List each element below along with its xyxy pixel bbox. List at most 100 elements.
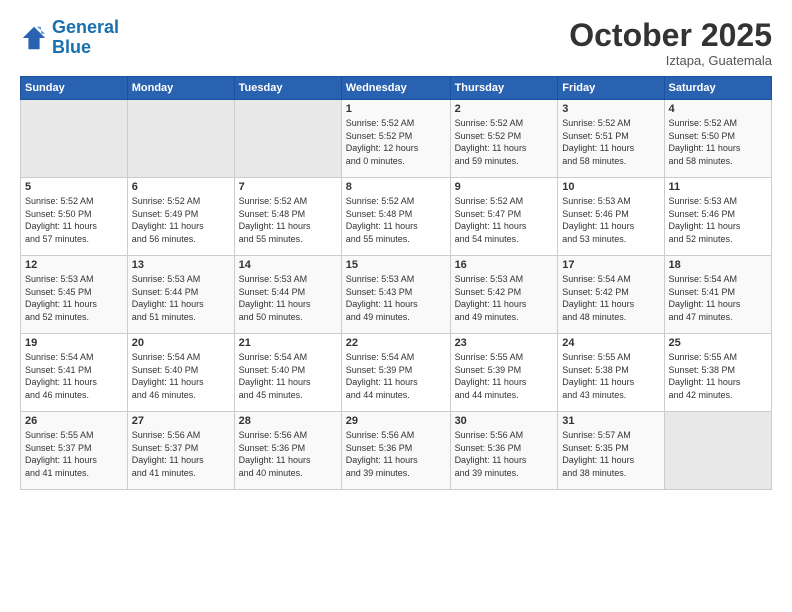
- day-number: 12: [25, 259, 123, 271]
- day-info: Sunrise: 5:52 AMSunset: 5:50 PMDaylight:…: [669, 117, 767, 167]
- day-number: 21: [239, 337, 337, 349]
- calendar-cell: 23 Sunrise: 5:55 AMSunset: 5:39 PMDayligh…: [450, 334, 558, 412]
- calendar-cell: 28 Sunrise: 5:56 AMSunset: 5:36 PMDayligh…: [234, 412, 341, 490]
- day-number: 28: [239, 415, 337, 427]
- calendar-cell: 10 Sunrise: 5:53 AMSunset: 5:46 PMDayligh…: [558, 178, 664, 256]
- day-number: 22: [346, 337, 446, 349]
- day-info: Sunrise: 5:52 AMSunset: 5:48 PMDaylight:…: [239, 195, 337, 245]
- calendar-cell: 26 Sunrise: 5:55 AMSunset: 5:37 PMDayligh…: [21, 412, 128, 490]
- day-number: 25: [669, 337, 767, 349]
- calendar-cell: 7 Sunrise: 5:52 AMSunset: 5:48 PMDaylight…: [234, 178, 341, 256]
- calendar-cell: 31Sunrise: 5:57 AMSunset: 5:35 PMDayligh…: [558, 412, 664, 490]
- day-info: Sunrise: 5:52 AMSunset: 5:52 PMDaylight:…: [455, 117, 554, 167]
- day-number: 2: [455, 103, 554, 115]
- day-number: 23: [455, 337, 554, 349]
- day-info: Sunrise: 5:55 AMSunset: 5:38 PMDaylight:…: [562, 351, 659, 401]
- calendar-cell: 6 Sunrise: 5:52 AMSunset: 5:49 PMDaylight…: [127, 178, 234, 256]
- calendar-cell: 8 Sunrise: 5:52 AMSunset: 5:48 PMDaylight…: [341, 178, 450, 256]
- day-info: Sunrise: 5:54 AMSunset: 5:39 PMDaylight:…: [346, 351, 446, 401]
- calendar-cell: 4 Sunrise: 5:52 AMSunset: 5:50 PMDaylight…: [664, 100, 771, 178]
- calendar-cell: [234, 100, 341, 178]
- calendar-cell: 27 Sunrise: 5:56 AMSunset: 5:37 PMDayligh…: [127, 412, 234, 490]
- calendar-table: Sunday Monday Tuesday Wednesday Thursday…: [20, 76, 772, 490]
- day-number: 19: [25, 337, 123, 349]
- page: General Blue October 2025 Iztapa, Guatem…: [0, 0, 792, 612]
- week-row-3: 19 Sunrise: 5:54 AMSunset: 5:41 PMDayligh…: [21, 334, 772, 412]
- day-info: Sunrise: 5:52 AMSunset: 5:51 PMDaylight:…: [562, 117, 659, 167]
- calendar-body: 1Sunrise: 5:52 AMSunset: 5:52 PMDaylight…: [21, 100, 772, 490]
- calendar-cell: 2 Sunrise: 5:52 AMSunset: 5:52 PMDaylight…: [450, 100, 558, 178]
- day-number: 17: [562, 259, 659, 271]
- day-number: 20: [132, 337, 230, 349]
- calendar-cell: 25 Sunrise: 5:55 AMSunset: 5:38 PMDayligh…: [664, 334, 771, 412]
- calendar-cell: 1Sunrise: 5:52 AMSunset: 5:52 PMDaylight…: [341, 100, 450, 178]
- day-info: Sunrise: 5:53 AMSunset: 5:42 PMDaylight:…: [455, 273, 554, 323]
- col-sunday: Sunday: [21, 77, 128, 100]
- calendar-cell: 22 Sunrise: 5:54 AMSunset: 5:39 PMDayligh…: [341, 334, 450, 412]
- calendar-cell: 16Sunrise: 5:53 AMSunset: 5:42 PMDayligh…: [450, 256, 558, 334]
- week-row-1: 5 Sunrise: 5:52 AMSunset: 5:50 PMDaylight…: [21, 178, 772, 256]
- day-info: Sunrise: 5:53 AMSunset: 5:44 PMDaylight:…: [239, 273, 337, 323]
- calendar-cell: 29 Sunrise: 5:56 AMSunset: 5:36 PMDayligh…: [341, 412, 450, 490]
- calendar-cell: 14 Sunrise: 5:53 AMSunset: 5:44 PMDayligh…: [234, 256, 341, 334]
- day-info: Sunrise: 5:56 AMSunset: 5:36 PMDaylight:…: [346, 429, 446, 479]
- logo-icon: [20, 24, 48, 52]
- week-row-4: 26 Sunrise: 5:55 AMSunset: 5:37 PMDayligh…: [21, 412, 772, 490]
- calendar-cell: 30 Sunrise: 5:56 AMSunset: 5:36 PMDayligh…: [450, 412, 558, 490]
- calendar-cell: 17Sunrise: 5:54 AMSunset: 5:42 PMDayligh…: [558, 256, 664, 334]
- calendar-cell: 20 Sunrise: 5:54 AMSunset: 5:40 PMDayligh…: [127, 334, 234, 412]
- day-info: Sunrise: 5:56 AMSunset: 5:37 PMDaylight:…: [132, 429, 230, 479]
- day-info: Sunrise: 5:53 AMSunset: 5:46 PMDaylight:…: [562, 195, 659, 245]
- day-number: 6: [132, 181, 230, 193]
- day-number: 3: [562, 103, 659, 115]
- day-number: 10: [562, 181, 659, 193]
- calendar-cell: 13 Sunrise: 5:53 AMSunset: 5:44 PMDayligh…: [127, 256, 234, 334]
- day-info: Sunrise: 5:56 AMSunset: 5:36 PMDaylight:…: [455, 429, 554, 479]
- day-info: Sunrise: 5:53 AMSunset: 5:44 PMDaylight:…: [132, 273, 230, 323]
- day-info: Sunrise: 5:54 AMSunset: 5:41 PMDaylight:…: [669, 273, 767, 323]
- header-row: Sunday Monday Tuesday Wednesday Thursday…: [21, 77, 772, 100]
- day-info: Sunrise: 5:55 AMSunset: 5:39 PMDaylight:…: [455, 351, 554, 401]
- day-info: Sunrise: 5:54 AMSunset: 5:40 PMDaylight:…: [132, 351, 230, 401]
- day-number: 31: [562, 415, 659, 427]
- calendar-header: Sunday Monday Tuesday Wednesday Thursday…: [21, 77, 772, 100]
- week-row-2: 12 Sunrise: 5:53 AMSunset: 5:45 PMDayligh…: [21, 256, 772, 334]
- calendar-cell: [21, 100, 128, 178]
- day-number: 14: [239, 259, 337, 271]
- day-number: 15: [346, 259, 446, 271]
- day-info: Sunrise: 5:52 AMSunset: 5:49 PMDaylight:…: [132, 195, 230, 245]
- calendar-cell: 5 Sunrise: 5:52 AMSunset: 5:50 PMDaylight…: [21, 178, 128, 256]
- day-number: 30: [455, 415, 554, 427]
- day-number: 29: [346, 415, 446, 427]
- day-number: 7: [239, 181, 337, 193]
- calendar-cell: 21Sunrise: 5:54 AMSunset: 5:40 PMDayligh…: [234, 334, 341, 412]
- day-number: 13: [132, 259, 230, 271]
- day-info: Sunrise: 5:55 AMSunset: 5:37 PMDaylight:…: [25, 429, 123, 479]
- day-info: Sunrise: 5:52 AMSunset: 5:48 PMDaylight:…: [346, 195, 446, 245]
- day-number: 8: [346, 181, 446, 193]
- day-number: 18: [669, 259, 767, 271]
- day-info: Sunrise: 5:55 AMSunset: 5:38 PMDaylight:…: [669, 351, 767, 401]
- calendar-cell: 19 Sunrise: 5:54 AMSunset: 5:41 PMDayligh…: [21, 334, 128, 412]
- day-info: Sunrise: 5:53 AMSunset: 5:45 PMDaylight:…: [25, 273, 123, 323]
- col-friday: Friday: [558, 77, 664, 100]
- col-wednesday: Wednesday: [341, 77, 450, 100]
- calendar-cell: 18 Sunrise: 5:54 AMSunset: 5:41 PMDayligh…: [664, 256, 771, 334]
- day-number: 27: [132, 415, 230, 427]
- day-info: Sunrise: 5:54 AMSunset: 5:41 PMDaylight:…: [25, 351, 123, 401]
- day-info: Sunrise: 5:53 AMSunset: 5:43 PMDaylight:…: [346, 273, 446, 323]
- day-info: Sunrise: 5:56 AMSunset: 5:36 PMDaylight:…: [239, 429, 337, 479]
- day-info: Sunrise: 5:52 AMSunset: 5:50 PMDaylight:…: [25, 195, 123, 245]
- day-number: 26: [25, 415, 123, 427]
- day-info: Sunrise: 5:53 AMSunset: 5:46 PMDaylight:…: [669, 195, 767, 245]
- calendar-cell: [127, 100, 234, 178]
- day-info: Sunrise: 5:52 AMSunset: 5:52 PMDaylight:…: [346, 117, 446, 167]
- calendar-cell: 11Sunrise: 5:53 AMSunset: 5:46 PMDayligh…: [664, 178, 771, 256]
- week-row-0: 1Sunrise: 5:52 AMSunset: 5:52 PMDaylight…: [21, 100, 772, 178]
- col-monday: Monday: [127, 77, 234, 100]
- day-number: 4: [669, 103, 767, 115]
- calendar-cell: 9Sunrise: 5:52 AMSunset: 5:47 PMDaylight…: [450, 178, 558, 256]
- day-number: 5: [25, 181, 123, 193]
- logo: General Blue: [20, 18, 119, 58]
- calendar-cell: 3 Sunrise: 5:52 AMSunset: 5:51 PMDaylight…: [558, 100, 664, 178]
